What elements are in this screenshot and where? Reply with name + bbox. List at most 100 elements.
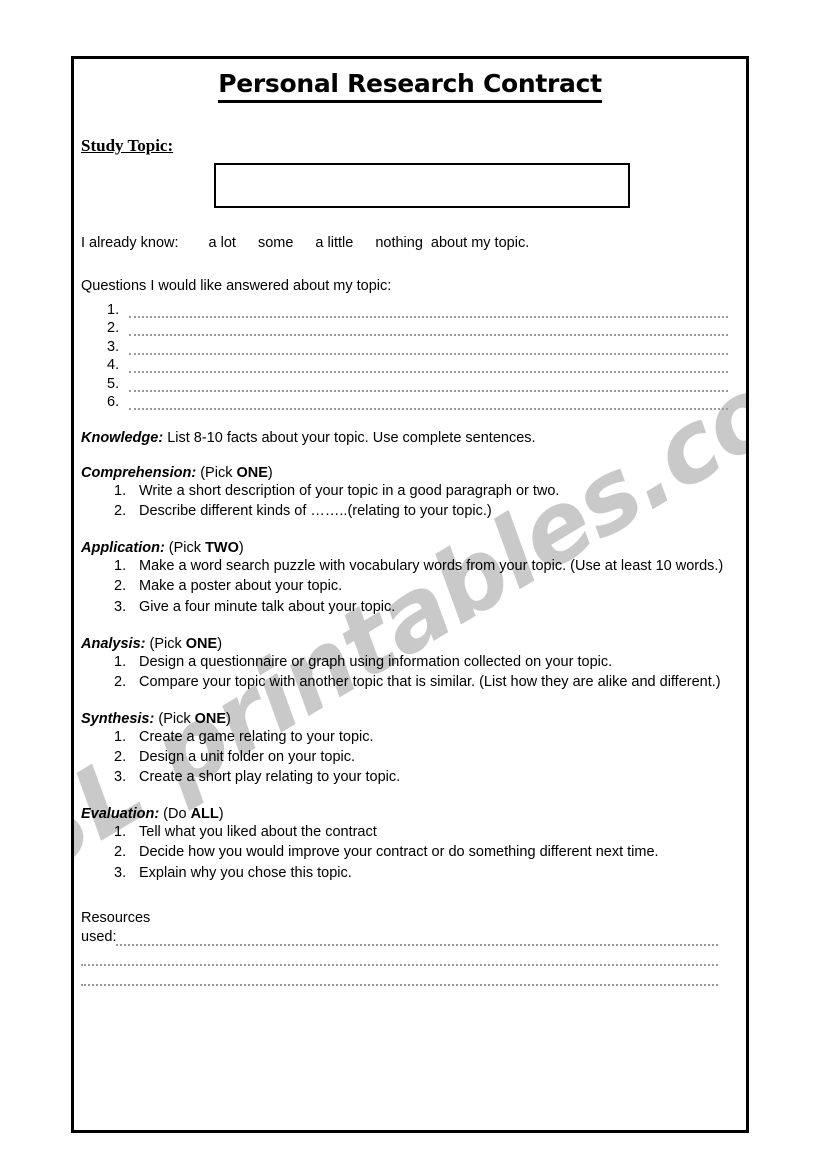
section-knowledge-title: Knowledge: [81,430,164,447]
list-item-text: Design a unit folder on your topic. [139,749,356,766]
list-item[interactable]: 3. Give a four minute talk about your to… [114,598,746,617]
list-item-number: 2. [114,673,127,690]
page-title: Personal Research Contract [74,69,746,103]
list-item[interactable]: 2. Make a poster about your topic. [114,577,746,596]
worksheet-page: ESL printables.com Personal Research Con… [71,56,749,1133]
section-comprehension: Comprehension: (Pick ONE) 1. Write a sho… [74,465,746,521]
section-comprehension-pick-count: ONE [236,465,268,482]
section-analysis-pick-prefix: (Pick [145,635,186,652]
resources-fill-line[interactable] [81,946,718,967]
section-application-list: 1. Make a word search puzzle with vocabu… [81,557,746,616]
list-item[interactable]: 2. Design a unit folder on your topic. [114,748,746,767]
section-analysis-title: Analysis: [81,635,146,652]
list-item[interactable]: 2. Describe different kinds of ……..(rela… [114,502,746,521]
section-evaluation-header: Evaluation: (Do ALL) [81,806,746,822]
question-fill-line[interactable] [129,340,728,355]
section-comprehension-header: Comprehension: (Pick ONE) [81,465,746,481]
list-item[interactable]: 2. Decide how you would improve your con… [114,843,746,862]
list-item-text: Write a short description of your topic … [139,483,560,500]
section-synthesis-list: 1. Create a game relating to your topic.… [81,728,746,787]
list-item-text: Tell what you liked about the contract [139,824,377,841]
section-comprehension-title: Comprehension: [81,465,197,482]
question-fill-line[interactable] [129,358,728,374]
section-application: Application: (Pick TWO) 1. Make a word s… [74,540,746,616]
question-fill-line[interactable] [129,395,728,411]
already-know-option-some[interactable]: some [258,234,293,253]
question-number: 3. [107,338,120,355]
list-item[interactable]: 1. Create a game relating to your topic. [114,728,746,747]
list-item-text: Design a questionnaire or graph using in… [139,653,613,670]
section-analysis-list: 1. Design a questionnaire or graph using… [81,653,746,692]
section-evaluation-pick-count: ALL [190,806,219,823]
section-analysis-pick-count: ONE [185,635,218,652]
question-line: 3. [74,336,746,355]
already-know-option-a-lot[interactable]: a lot [209,234,236,253]
section-evaluation: Evaluation: (Do ALL) 1. Tell what you li… [74,806,746,882]
question-line: 4. [74,355,746,374]
question-fill-line[interactable] [129,321,728,337]
section-evaluation-title: Evaluation: [81,806,160,823]
list-item-number: 2. [114,503,127,520]
list-item-number: 1. [114,653,127,670]
study-topic-label: Study Topic: [81,136,174,155]
already-know-row: I already know: a lot some a little nothing a… [74,234,746,253]
section-evaluation-pick-suffix: ) [218,806,224,823]
resources-fill-line[interactable] [116,932,718,947]
list-item-number: 2. [114,844,127,861]
list-item[interactable]: 1. Write a short description of your top… [114,482,746,501]
resources-section: Resources used: [74,909,746,987]
section-knowledge-instruction: List 8-10 facts about your topic. Use co… [163,430,536,447]
section-application-pick-prefix: (Pick [164,540,206,557]
list-item-number: 3. [114,769,127,786]
question-number: 5. [107,375,120,392]
section-application-pick-suffix: ) [238,540,244,557]
list-item-text: Make a word search puzzle with vocabular… [139,558,724,575]
list-item-text: Create a game relating to your topic. [139,728,374,745]
list-item-text: Make a poster about your topic. [139,578,343,595]
question-number: 4. [107,357,120,374]
worksheet-content: Personal Research Contract Study Topic: … [74,69,746,987]
list-item[interactable]: 3. Create a short play relating to your … [114,768,746,787]
questions-list: 1. 2. 3. 4. 5. 6. [74,299,746,411]
section-analysis-header: Analysis: (Pick ONE) [81,636,746,652]
list-item[interactable]: 3. Explain why you chose this topic. [114,864,746,883]
already-know-suffix: about my topic. [430,235,530,251]
section-synthesis-title: Synthesis: [81,710,155,727]
list-item-text: Describe different kinds of ……..(relatin… [139,503,492,520]
section-application-pick-count: TWO [205,540,239,557]
resources-used-label: used: [81,928,117,945]
resources-fill-line[interactable] [81,966,718,987]
list-item-text: Explain why you chose this topic. [139,864,352,881]
section-knowledge: Knowledge: List 8-10 facts about your to… [74,430,746,446]
question-number: 1. [107,301,120,318]
list-item[interactable]: 1. Design a questionnaire or graph using… [114,653,746,672]
list-item-number: 3. [114,598,127,615]
list-item[interactable]: 2. Compare your topic with another topic… [114,673,746,692]
list-item[interactable]: 1. Tell what you liked about the contrac… [114,823,746,842]
list-item-number: 1. [114,728,127,745]
section-analysis: Analysis: (Pick ONE) 1. Design a questio… [74,636,746,692]
list-item-text: Give a four minute talk about your topic… [139,598,396,615]
list-item-number: 1. [114,824,127,841]
section-synthesis-pick-suffix: ) [226,710,231,727]
resources-used-row: used: [81,927,746,947]
question-number: 6. [107,394,120,411]
already-know-option-nothing[interactable]: nothing [375,234,423,253]
study-topic-row: Study Topic: [74,136,746,156]
already-know-label: I already know: [81,235,179,251]
section-application-header: Application: (Pick TWO) [81,540,746,556]
questions-heading: Questions I would like answered about my… [81,277,392,294]
section-synthesis: Synthesis: (Pick ONE) 1. Create a game r… [74,711,746,787]
section-synthesis-pick-count: ONE [194,710,227,727]
question-line: 2. [74,318,746,337]
section-analysis-pick-suffix: ) [217,635,223,652]
study-topic-input[interactable] [214,163,630,208]
list-item-number: 1. [114,483,127,500]
question-fill-line[interactable] [129,377,728,392]
list-item-number: 3. [114,864,127,881]
section-evaluation-list: 1. Tell what you liked about the contrac… [81,823,746,882]
list-item[interactable]: 1. Make a word search puzzle with vocabu… [114,557,746,576]
question-fill-line[interactable] [129,303,728,318]
already-know-option-a-little[interactable]: a little [315,234,353,253]
question-line: 6. [74,392,746,411]
